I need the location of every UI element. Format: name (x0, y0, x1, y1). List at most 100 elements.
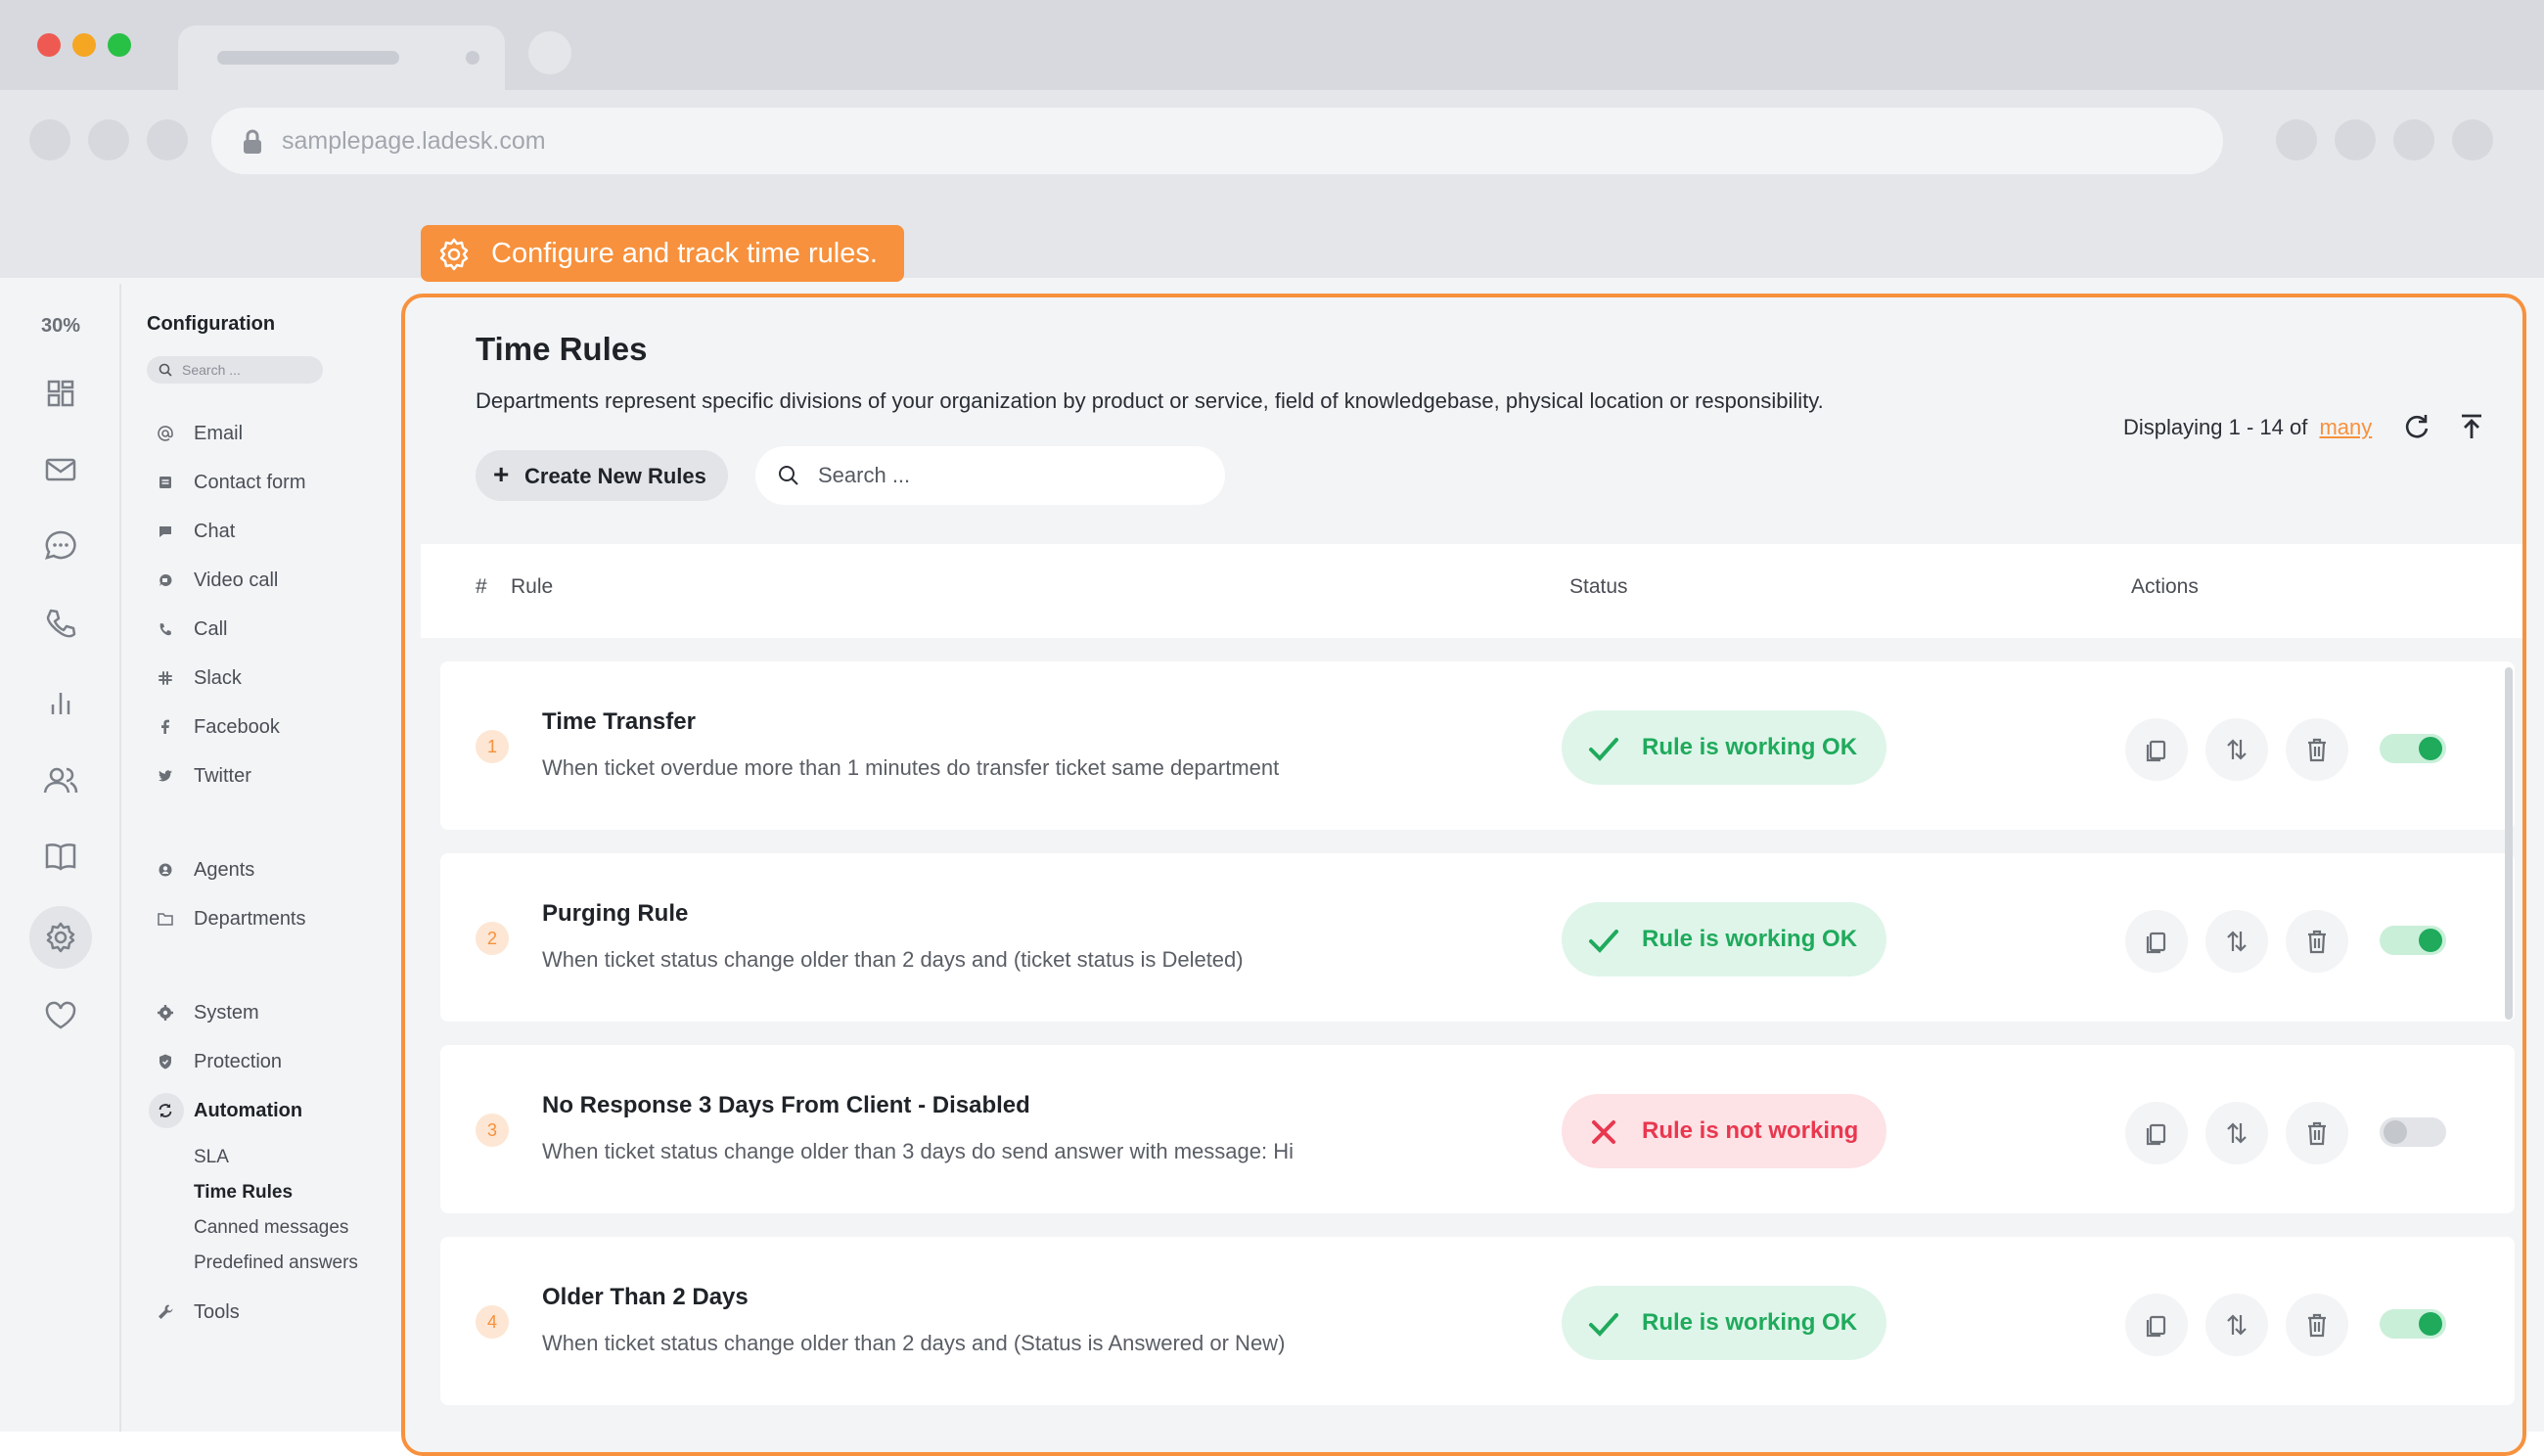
book-icon[interactable] (39, 836, 82, 879)
submenu-item-time-rules[interactable]: Time Rules (194, 1182, 293, 1204)
row-number: 1 (476, 730, 509, 763)
wrench-icon (159, 1304, 173, 1319)
refresh-icon[interactable] (2401, 411, 2432, 442)
at-icon (158, 426, 173, 441)
browser-tab-bar (0, 0, 2544, 90)
time-rules-panel: Time Rules Departments represent specifi… (401, 294, 2526, 1456)
menu-item-label: Contact form (194, 472, 306, 493)
menu-search-input[interactable]: Search ... (147, 356, 323, 384)
copy-icon (2146, 1315, 2166, 1338)
facebook-icon (161, 719, 169, 734)
submenu-item-sla[interactable]: SLA (194, 1147, 229, 1168)
scroll-to-top-icon[interactable] (2456, 411, 2487, 442)
extension-button-3[interactable] (2393, 119, 2434, 160)
table-row[interactable]: 4 Older Than 2 Days When ticket status c… (440, 1237, 2515, 1405)
mail-icon[interactable] (39, 448, 82, 491)
submenu-item-canned-messages[interactable]: Canned messages (194, 1217, 348, 1239)
copy-button[interactable] (2125, 1294, 2188, 1356)
close-window-dot[interactable] (37, 33, 61, 57)
configuration-menu: Configuration Search ... Email Contact f… (121, 284, 397, 1432)
enable-toggle[interactable] (2380, 926, 2446, 955)
status-badge: Rule is working OK (1562, 1286, 1886, 1360)
status-badge: Rule is not working (1562, 1094, 1886, 1168)
icon-rail: 30% (0, 284, 121, 1432)
delete-button[interactable] (2286, 1102, 2348, 1164)
reorder-button[interactable] (2205, 1294, 2268, 1356)
back-button[interactable] (29, 119, 70, 160)
toggle-knob (2419, 737, 2442, 760)
menu-item-label: Departments (194, 908, 306, 930)
phone-icon[interactable] (39, 603, 82, 646)
forward-button[interactable] (88, 119, 129, 160)
url-text: samplepage.ladesk.com (282, 127, 546, 155)
display-total-link[interactable]: many (2319, 415, 2372, 439)
browser-menu-button[interactable] (2452, 119, 2493, 160)
rules-search-box (755, 446, 1225, 505)
table-header: # Rule Status Actions (421, 544, 2522, 638)
table-row[interactable]: 1 Time Transfer When ticket overdue more… (440, 661, 2515, 830)
menu-item-label: Email (194, 423, 244, 444)
tab-title-placeholder (217, 51, 399, 65)
address-bar[interactable]: samplepage.ladesk.com (211, 108, 2223, 174)
zoom-level: 30% (40, 315, 81, 337)
column-hash: # (476, 575, 487, 598)
status-text: Rule is working OK (1642, 926, 1858, 952)
row-number: 4 (476, 1305, 509, 1339)
new-tab-button[interactable] (528, 31, 571, 74)
toggle-knob (2419, 1312, 2442, 1336)
enable-toggle[interactable] (2380, 1117, 2446, 1147)
bar-chart-icon[interactable] (39, 681, 82, 724)
toggle-knob (2419, 929, 2442, 952)
extension-button-1[interactable] (2276, 119, 2317, 160)
dashboard-icon[interactable] (39, 372, 82, 415)
copy-button[interactable] (2125, 718, 2188, 781)
chat-bubble-icon[interactable] (39, 524, 82, 568)
copy-button[interactable] (2125, 1102, 2188, 1164)
search-icon (779, 466, 798, 485)
search-icon (159, 363, 172, 377)
tab-close-icon[interactable] (466, 51, 479, 65)
extension-button-2[interactable] (2335, 119, 2376, 160)
form-icon (159, 477, 171, 488)
create-new-rules-button[interactable]: + Create New Rules (476, 450, 728, 501)
table-row[interactable]: 2 Purging Rule When ticket status change… (440, 853, 2515, 1022)
sort-arrows-icon (2227, 1314, 2247, 1336)
menu-item-label: Tools (194, 1301, 240, 1323)
reload-button[interactable] (147, 119, 188, 160)
column-rule[interactable]: Rule (511, 575, 553, 599)
submenu-item-predefined-answers[interactable]: Predefined answers (194, 1252, 358, 1274)
rule-description: When ticket overdue more than 1 minutes … (542, 755, 1280, 780)
scrollbar[interactable] (2505, 667, 2513, 1020)
rules-search-input[interactable] (816, 458, 1192, 493)
enable-toggle[interactable] (2380, 734, 2446, 763)
check-icon (1589, 738, 1618, 761)
delete-button[interactable] (2286, 910, 2348, 973)
maximize-window-dot[interactable] (108, 33, 131, 57)
column-status[interactable]: Status (1569, 575, 1628, 599)
reorder-button[interactable] (2205, 718, 2268, 781)
minimize-window-dot[interactable] (72, 33, 96, 57)
settings-icon[interactable] (39, 916, 82, 959)
heart-icon[interactable] (39, 994, 82, 1037)
delete-button[interactable] (2286, 1294, 2348, 1356)
copy-icon (2146, 740, 2166, 762)
rule-name: No Response 3 Days From Client - Disable… (542, 1092, 1030, 1118)
rule-description: When ticket status change older than 2 d… (542, 947, 1244, 972)
reorder-button[interactable] (2205, 910, 2268, 973)
sort-arrows-icon (2227, 739, 2247, 760)
display-range: Displaying 1 - 14 of (2123, 415, 2308, 439)
browser-tab[interactable] (178, 25, 505, 90)
enable-toggle[interactable] (2380, 1309, 2446, 1339)
copy-button[interactable] (2125, 910, 2188, 973)
plus-icon: + (493, 459, 510, 489)
callout-text: Configure and track time rules. (491, 238, 878, 269)
delete-button[interactable] (2286, 718, 2348, 781)
menu-item-label: Protection (194, 1051, 283, 1072)
sort-arrows-icon (2227, 931, 2247, 952)
table-row[interactable]: 3 No Response 3 Days From Client - Disab… (440, 1045, 2515, 1213)
page-description: Departments represent specific divisions… (476, 388, 1824, 413)
reorder-button[interactable] (2205, 1102, 2268, 1164)
users-icon[interactable] (39, 759, 82, 802)
twitter-icon (159, 770, 172, 782)
video-icon (159, 573, 172, 586)
